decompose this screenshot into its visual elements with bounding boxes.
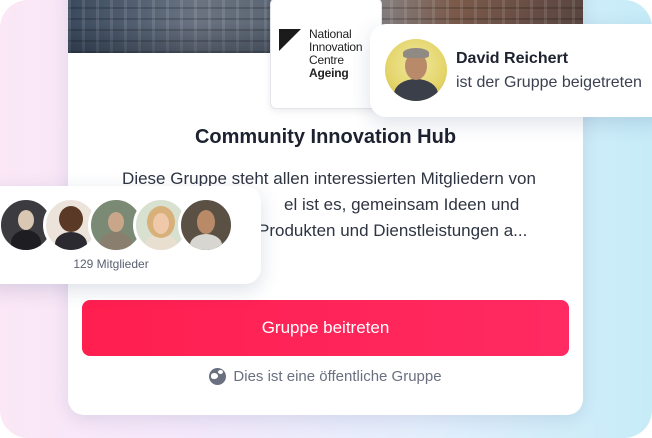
join-notification: David Reichert ist der Gruppe beigetrete…	[370, 24, 652, 117]
member-count: 129 Mitglieder	[73, 257, 149, 271]
group-logo: National Innovation Centre Ageing	[270, 0, 382, 109]
members-preview[interactable]: 129 Mitglieder	[0, 186, 261, 284]
avatar	[385, 39, 447, 101]
avatar	[178, 197, 234, 253]
join-group-button[interactable]: Gruppe beitreten	[82, 300, 569, 356]
logo-mark-icon	[279, 29, 301, 51]
notification-text: ist der Gruppe beigetreten	[456, 74, 642, 91]
logo-text-line: Ageing	[309, 66, 349, 80]
notification-user-name: David Reichert	[456, 50, 569, 67]
visibility-text: Dies ist eine öffentliche Gruppe	[233, 368, 442, 385]
visibility-note: Dies ist eine öffentliche Gruppe	[68, 368, 583, 385]
group-title: Community Innovation Hub	[194, 126, 457, 148]
member-avatar-stack	[0, 197, 238, 253]
globe-icon	[209, 368, 227, 385]
